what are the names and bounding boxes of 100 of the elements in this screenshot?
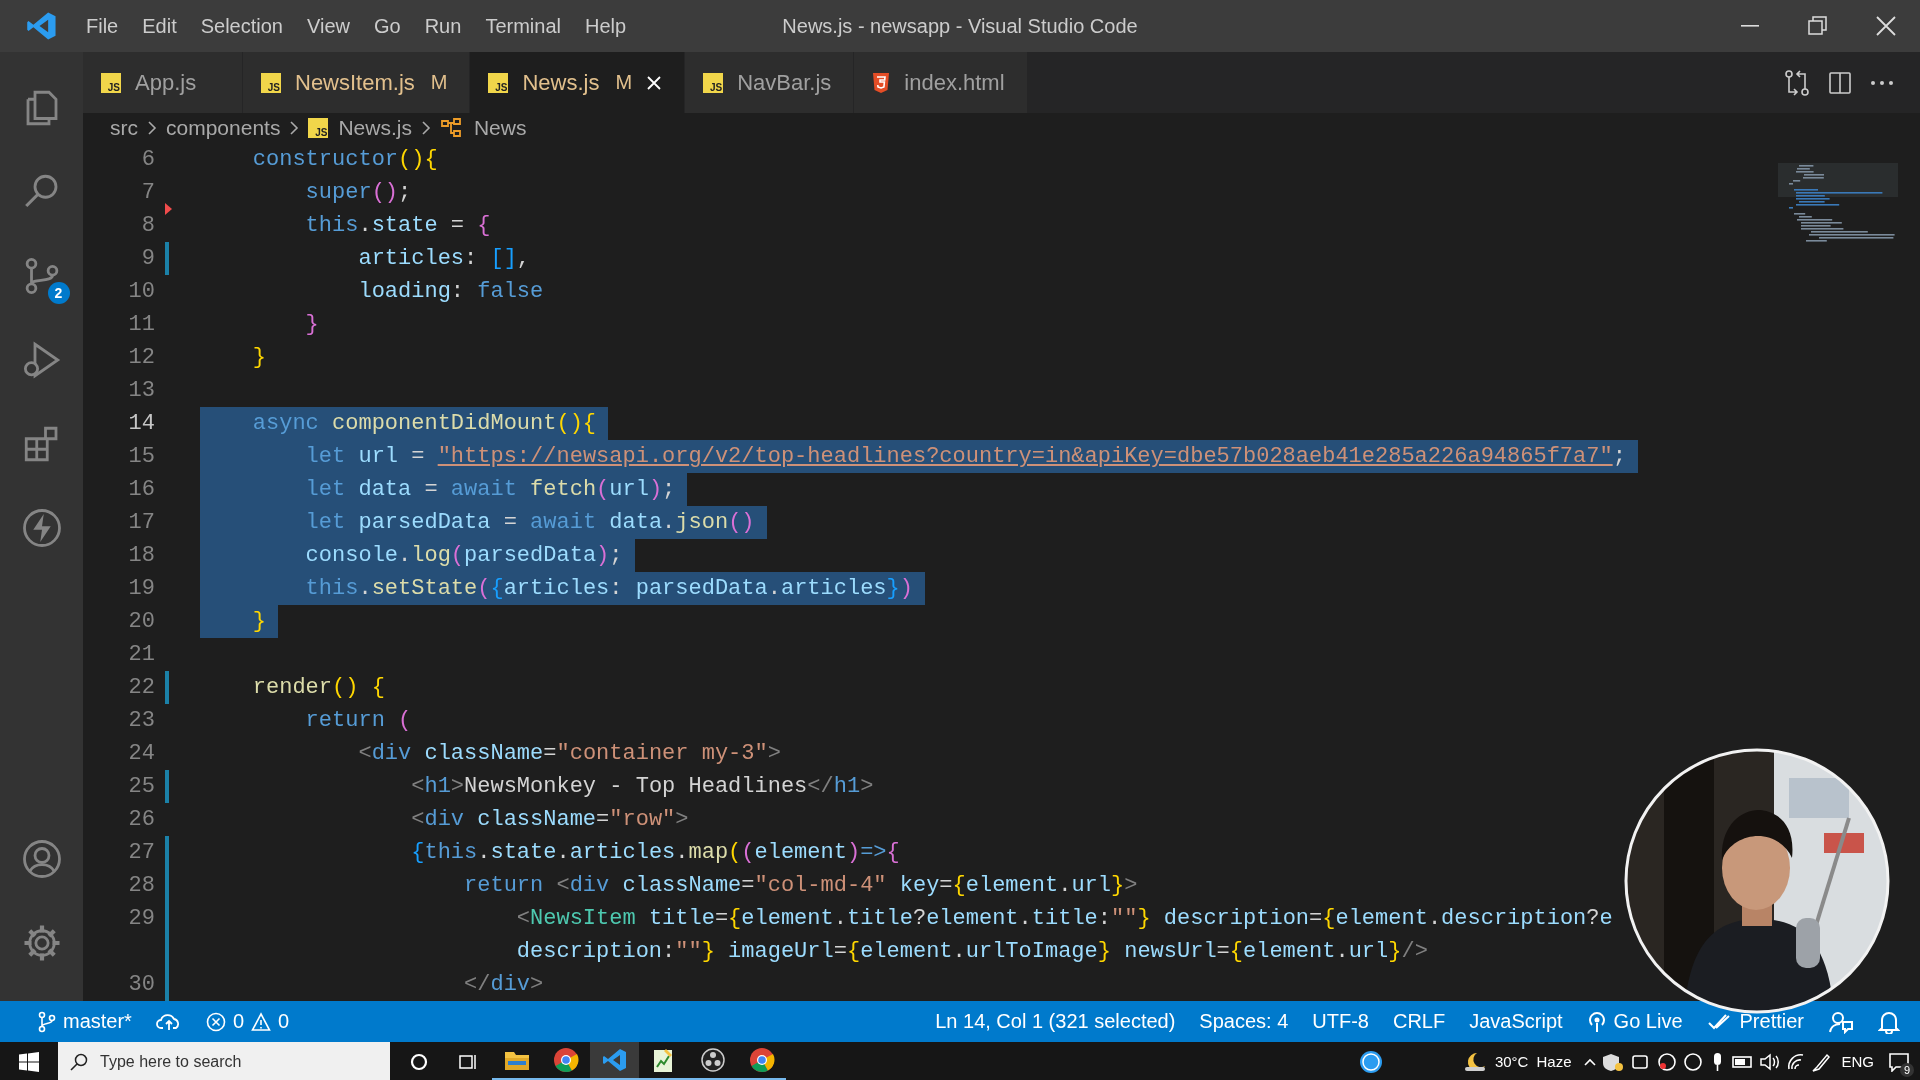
line-number: 7 <box>140 180 156 205</box>
js-file-icon: JS <box>261 72 281 93</box>
recorder-icon[interactable] <box>699 1047 726 1073</box>
code-line: } <box>304 311 320 339</box>
feedback-icon[interactable] <box>1828 1009 1854 1034</box>
code-line: </div> <box>463 971 545 999</box>
cloud-upload-icon[interactable] <box>155 1011 182 1032</box>
code-line: <h1>NewsMonkey - Top Headlines</h1> <box>410 773 875 801</box>
menu-item[interactable]: Help <box>572 10 639 42</box>
menu-item[interactable]: Go <box>362 10 413 42</box>
js-file-icon: JS <box>488 72 509 93</box>
code-line: loading: false <box>357 278 545 306</box>
split-editor-icon[interactable] <box>1828 70 1852 95</box>
more-icon[interactable] <box>1870 79 1894 86</box>
line-number: 12 <box>127 345 156 370</box>
status-item[interactable]: CRLF <box>1381 1010 1458 1033</box>
menu-item[interactable]: Run <box>412 10 474 42</box>
class-symbol-icon <box>439 117 464 139</box>
line-number: 26 <box>127 807 156 832</box>
branch-status[interactable]: master* <box>26 1010 144 1033</box>
menu-item[interactable]: Selection <box>188 10 295 42</box>
breadcrumb-item[interactable]: News.js <box>338 116 412 140</box>
browser-icon[interactable] <box>748 1047 775 1073</box>
window-title: News.js - newsapp - Visual Studio Code <box>782 14 1138 38</box>
folder-icon[interactable] <box>503 1049 530 1071</box>
editor-tab[interactable]: JS News.js M <box>470 52 686 113</box>
browser-icon[interactable] <box>552 1047 579 1073</box>
breadcrumb-item[interactable]: src <box>110 116 138 140</box>
editor-tab[interactable]: JS NavBar.js <box>685 52 855 113</box>
line-number: 21 <box>127 642 156 667</box>
moon-icon[interactable] <box>1462 1050 1487 1073</box>
restore-icon[interactable] <box>1808 16 1828 36</box>
js-file-icon: JS <box>703 72 724 93</box>
code-line: render() { <box>251 674 386 702</box>
code-line: super(); <box>304 179 413 207</box>
menu-item[interactable]: Terminal <box>473 10 573 42</box>
problems-status[interactable]: 0 0 <box>193 1010 302 1033</box>
compare-changes-icon[interactable] <box>1784 68 1810 97</box>
status-item[interactable]: UTF-8 <box>1300 1010 1381 1033</box>
line-number: 14 <box>127 411 156 436</box>
error-icon <box>205 1011 226 1032</box>
line-number: 13 <box>127 378 156 403</box>
chevron-icon <box>288 120 301 136</box>
status-item[interactable]: Ln 14, Col 1 (321 selected) <box>923 1010 1188 1033</box>
code-line: description:""} imageUrl={element.urlToImage} newsUrl={element.url}/> <box>515 938 1429 966</box>
editor-tab[interactable]: JS App.js <box>83 52 243 113</box>
chevron-icon <box>419 120 432 136</box>
windows-start-icon[interactable] <box>19 1051 39 1072</box>
warning-icon <box>251 1011 272 1032</box>
status-item[interactable]: Go Live <box>1574 1010 1695 1033</box>
status-item[interactable]: Spaces: 4 <box>1187 1010 1301 1033</box>
help-icon[interactable] <box>1358 1049 1383 1074</box>
search-field[interactable]: Type here to search <box>98 1051 372 1072</box>
cortana-icon[interactable] <box>408 1051 429 1072</box>
code-line: constructor(){ <box>251 146 439 174</box>
line-number: 19 <box>127 576 156 601</box>
code-line: {this.state.articles.map((element)=>{ <box>410 839 901 867</box>
line-number: 18 <box>127 543 156 568</box>
account-icon[interactable] <box>20 838 63 880</box>
line-number: 24 <box>127 741 156 766</box>
status-item[interactable]: Prettier <box>1694 1010 1816 1033</box>
code-line: articles: [], <box>357 245 532 273</box>
notification-icon <box>1888 1051 1910 1072</box>
notification-center[interactable]: 9 <box>1884 1046 1914 1077</box>
code-line: return <div className="col-md-4" key={element.url}> <box>463 872 1139 900</box>
line-number: 6 <box>140 147 156 172</box>
menu-item[interactable]: Edit <box>130 10 189 42</box>
html-file-icon <box>872 71 891 94</box>
editor-tab[interactable]: JS NewsItem.js M <box>243 52 471 113</box>
code-line: } <box>251 344 267 372</box>
menu-item[interactable]: View <box>295 10 362 42</box>
breadcrumb-item[interactable]: News <box>473 116 527 140</box>
line-number: 25 <box>127 774 156 799</box>
line-number: 22 <box>127 675 156 700</box>
bell-icon[interactable] <box>1878 1009 1900 1034</box>
status-item[interactable]: JavaScript <box>1457 1010 1575 1033</box>
breadcrumb-item[interactable]: components <box>166 116 281 140</box>
app-logo <box>26 10 58 42</box>
temperature[interactable]: 30°C <box>1494 1053 1529 1070</box>
line-number: 10 <box>127 279 156 304</box>
code-line: <div className="row"> <box>410 806 690 834</box>
line-number: 29 <box>127 906 156 931</box>
editor-tab[interactable]: index.html <box>854 52 1028 113</box>
line-number: 16 <box>127 477 156 502</box>
line-number: 27 <box>127 840 156 865</box>
lightning-icon[interactable] <box>20 507 63 549</box>
js-file-icon: JS <box>308 118 329 138</box>
code-editor-icon[interactable] <box>601 1047 628 1073</box>
line-number: 30 <box>127 972 156 997</box>
menu-item[interactable]: File <box>74 10 131 42</box>
branch-icon <box>38 1010 56 1033</box>
line-number: 8 <box>140 213 156 238</box>
search-icon <box>70 1052 88 1071</box>
line-number: 20 <box>127 609 156 634</box>
close-icon[interactable] <box>1876 16 1896 36</box>
weather-condition[interactable]: Haze <box>1536 1053 1572 1070</box>
language-indicator[interactable]: ENG <box>1841 1053 1874 1070</box>
chevron-icon <box>146 120 158 136</box>
line-number: 15 <box>127 444 156 469</box>
search-box[interactable]: Type here to search <box>58 1042 390 1080</box>
